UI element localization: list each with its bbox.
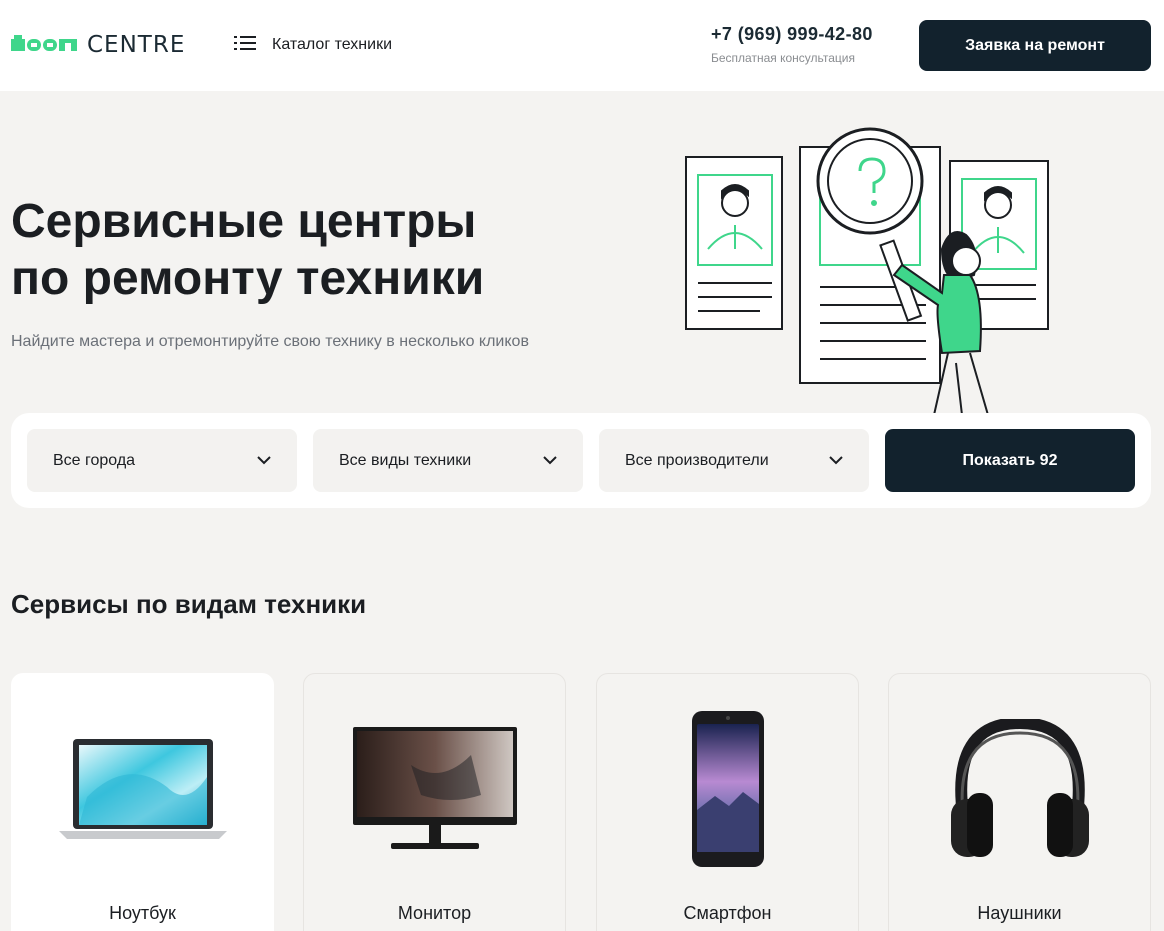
category-card-monitor[interactable]: Монитор <box>303 673 566 931</box>
logo-text: CENTRE <box>87 32 186 58</box>
list-icon <box>234 35 256 56</box>
logo-mark-icon <box>11 35 77 55</box>
manufacturer-select[interactable]: Все производители <box>599 429 869 492</box>
site-header: CENTRE Каталог техники +7 (969) 999-42-8… <box>0 0 1164 91</box>
category-label: Смартфон <box>683 903 772 923</box>
category-card-laptop[interactable]: Ноутбук <box>11 673 274 931</box>
chevron-down-icon <box>543 452 557 470</box>
repair-request-button[interactable]: Заявка на ремонт <box>919 20 1151 71</box>
catalog-menu-button[interactable]: Каталог техники <box>234 33 392 57</box>
hero-title: Сервисные центры по ремонту техники <box>11 193 611 307</box>
catalog-label: Каталог техники <box>272 36 393 53</box>
category-label: Монитор <box>397 903 472 923</box>
device-type-select-label: Все виды техники <box>339 451 472 469</box>
headphones-image <box>889 704 1150 874</box>
city-select[interactable]: Все города <box>27 429 297 492</box>
manufacturer-select-label: Все производители <box>625 451 769 469</box>
phone-number-link[interactable]: +7 (969) 999-42-80 <box>711 24 873 45</box>
search-specialist-illustration <box>680 125 1060 416</box>
category-card-headphones[interactable]: Наушники <box>888 673 1151 931</box>
phone-caption: Бесплатная консультация <box>711 51 855 65</box>
chevron-down-icon <box>257 452 271 470</box>
category-card-smartphone[interactable]: Смартфон <box>596 673 859 931</box>
city-select-label: Все города <box>53 451 136 469</box>
laptop-image <box>12 704 273 874</box>
section-title: Сервисы по видам техники <box>11 589 367 619</box>
hero-title-line-1: Сервисные центры <box>11 195 477 248</box>
category-label: Наушники <box>977 903 1062 923</box>
hero-title-line-2: по ремонту техники <box>11 252 485 305</box>
hero-subtitle: Найдите мастера и отремонтируйте свою те… <box>11 333 529 350</box>
contact-block: +7 (969) 999-42-80 Бесплатная консультац… <box>711 24 873 65</box>
smartphone-image <box>597 704 858 874</box>
device-type-select[interactable]: Все виды техники <box>313 429 583 492</box>
category-label: Ноутбук <box>109 903 176 923</box>
filter-bar: Все города Все виды техники Все производ… <box>11 413 1151 508</box>
monitor-image <box>304 704 565 874</box>
site-logo[interactable]: CENTRE <box>11 31 185 59</box>
show-results-button[interactable]: Показать 92 <box>885 429 1135 492</box>
chevron-down-icon <box>829 452 843 470</box>
